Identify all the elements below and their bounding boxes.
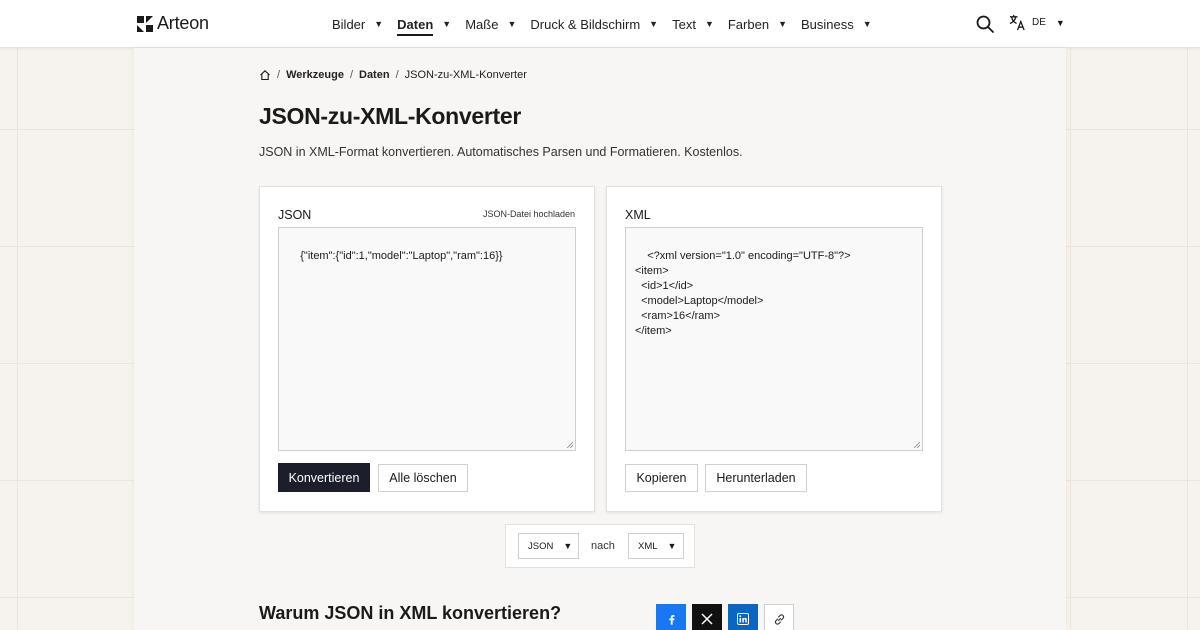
page-title: JSON-zu-XML-Konverter xyxy=(259,103,522,129)
from-format-value: JSON xyxy=(528,540,554,552)
resize-grip-icon[interactable] xyxy=(566,441,573,448)
home-icon[interactable] xyxy=(259,69,271,81)
caret-down-icon: ▼ xyxy=(442,19,452,29)
xml-output-value: <?xml version="1.0" encoding="UTF-8"?> <… xyxy=(635,250,851,337)
brand-name: Arteon xyxy=(157,13,209,33)
breadcrumb-separator: / xyxy=(395,69,399,81)
xml-output-textarea[interactable]: <?xml version="1.0" encoding="UTF-8"?> <… xyxy=(625,227,923,451)
convert-button[interactable]: Konvertieren xyxy=(278,463,370,492)
format-selector-bar: JSON ▼ nach XML ▼ xyxy=(505,524,695,568)
breadcrumb-separator: / xyxy=(277,69,281,81)
caret-down-icon: ▼ xyxy=(667,541,677,551)
format-connector: nach xyxy=(591,540,615,552)
x-icon xyxy=(701,613,713,625)
why-section-heading: Warum JSON in XML konvertieren? xyxy=(259,603,562,623)
caret-down-icon: ▼ xyxy=(1055,17,1065,28)
download-button[interactable]: Herunterladen xyxy=(705,464,807,492)
caret-down-icon: ▼ xyxy=(649,19,659,29)
breadcrumb-separator: / xyxy=(349,69,353,81)
breadcrumb-current: JSON-zu-XML-Konverter xyxy=(404,69,527,81)
nav-item-masse[interactable]: Maße ▼ xyxy=(465,0,516,48)
linkedin-icon xyxy=(737,613,749,625)
site-header: Arteon Bilder ▼ Daten ▼ Maße ▼ Druck & B… xyxy=(0,0,1200,48)
to-format-value: XML xyxy=(638,540,658,552)
main-nav: Bilder ▼ Daten ▼ Maße ▼ Druck & Bildschi… xyxy=(332,0,886,48)
share-facebook-button[interactable] xyxy=(656,604,686,630)
nav-item-bilder[interactable]: Bilder ▼ xyxy=(332,0,383,48)
copy-link-button[interactable] xyxy=(764,604,794,630)
json-input-textarea[interactable]: {"item":{"id":1,"model":"Laptop","ram":1… xyxy=(278,227,576,451)
json-label: JSON xyxy=(278,208,312,222)
nav-item-label: Text xyxy=(672,16,696,32)
brand-logo[interactable]: Arteon xyxy=(137,13,209,34)
logo-icon xyxy=(137,15,153,32)
nav-item-label: Bilder xyxy=(332,16,366,32)
language-code: DE xyxy=(1032,17,1046,28)
translate-icon xyxy=(1009,14,1025,31)
nav-item-label: Daten xyxy=(397,17,434,36)
nav-item-druck-bildschirm[interactable]: Druck & Bildschirm ▼ xyxy=(530,0,658,48)
nav-item-business[interactable]: Business ▼ xyxy=(801,0,872,48)
upload-json-link[interactable]: JSON-Datei hochladen xyxy=(483,209,575,219)
from-format-select[interactable]: JSON ▼ xyxy=(518,533,579,559)
caret-down-icon: ▼ xyxy=(862,19,872,29)
caret-down-icon: ▼ xyxy=(778,19,787,29)
breadcrumb-werkzeuge[interactable]: Werkzeuge xyxy=(286,69,344,81)
breadcrumb: / Werkzeuge / Daten / JSON-zu-XML-Konver… xyxy=(259,69,527,81)
nav-item-label: Business xyxy=(800,16,854,32)
json-input-value: {"item":{"id":1,"model":"Laptop","ram":1… xyxy=(300,250,503,262)
caret-down-icon: ▼ xyxy=(704,19,714,29)
json-input-card: JSON JSON-Datei hochladen {"item":{"id":… xyxy=(259,186,595,512)
nav-item-label: Maße xyxy=(465,16,499,32)
xml-output-card: XML <?xml version="1.0" encoding="UTF-8"… xyxy=(606,186,942,512)
caret-down-icon: ▼ xyxy=(563,541,573,551)
page-description: JSON in XML-Format konvertieren. Automat… xyxy=(259,145,743,159)
link-icon xyxy=(774,613,784,625)
share-x-button[interactable] xyxy=(692,604,722,630)
nav-item-label: Farben xyxy=(727,16,770,32)
breadcrumb-daten[interactable]: Daten xyxy=(359,69,390,81)
caret-down-icon: ▼ xyxy=(507,19,517,29)
nav-item-farben[interactable]: Farben ▼ xyxy=(728,0,787,48)
share-linkedin-button[interactable] xyxy=(728,604,758,630)
nav-item-label: Druck & Bildschirm xyxy=(530,16,641,32)
caret-down-icon: ▼ xyxy=(374,19,384,29)
search-icon[interactable] xyxy=(975,14,995,34)
copy-button[interactable]: Kopieren xyxy=(625,464,698,492)
nav-item-daten[interactable]: Daten ▼ xyxy=(397,0,451,48)
resize-grip-icon[interactable] xyxy=(913,441,920,448)
language-selector[interactable]: DE ▼ xyxy=(1009,14,1065,31)
nav-item-text[interactable]: Text ▼ xyxy=(672,0,714,48)
facebook-icon xyxy=(668,614,674,625)
to-format-select[interactable]: XML ▼ xyxy=(628,533,684,559)
clear-all-button[interactable]: Alle löschen xyxy=(378,464,468,492)
xml-label: XML xyxy=(625,208,651,222)
